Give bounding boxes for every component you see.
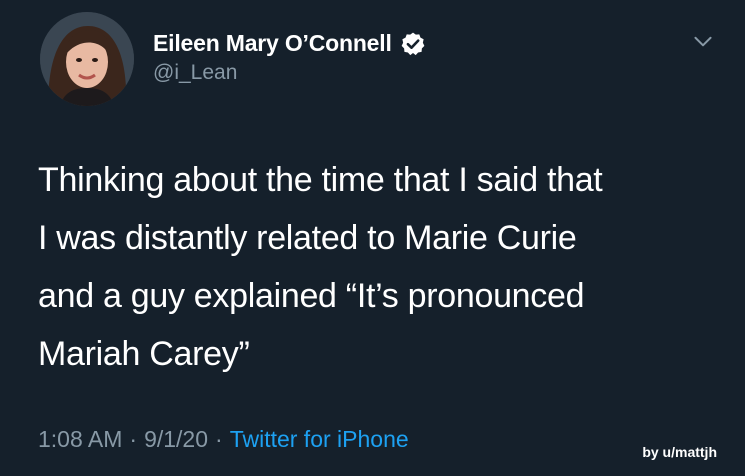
tweet-time[interactable]: 1:08 AM — [38, 426, 122, 453]
meta-separator: · — [129, 426, 138, 452]
tweet-text: Thinking about the time that I said that… — [38, 161, 603, 373]
tweet-source-link[interactable]: Twitter for iPhone — [230, 426, 409, 453]
tweet-date[interactable]: 9/1/20 — [144, 426, 208, 453]
tweet-card: Eileen Mary O’Connell @i_Lean Thinking a… — [0, 0, 745, 476]
verified-badge-icon — [401, 32, 425, 55]
avatar[interactable] — [40, 12, 134, 106]
avatar-image — [40, 12, 134, 106]
tweet-meta: 1:08 AM · 9/1/20 · Twitter for iPhone — [38, 426, 409, 453]
chevron-down-icon[interactable] — [690, 28, 716, 54]
author-name[interactable]: Eileen Mary O’Connell — [153, 30, 392, 57]
author-name-row: Eileen Mary O’Connell — [153, 30, 426, 57]
meta-separator: · — [215, 426, 223, 452]
author-handle[interactable]: @i_Lean — [153, 61, 426, 85]
watermark: by u/mattjh — [642, 444, 717, 460]
tweet-author[interactable]: Eileen Mary O’Connell @i_Lean — [153, 30, 426, 85]
